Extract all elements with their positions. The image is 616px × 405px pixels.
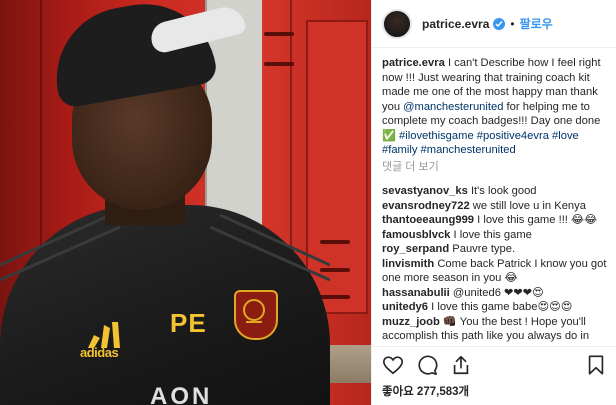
share-icon[interactable] [450,354,472,376]
post-header: patrice.evra • 팔로우 [372,0,616,48]
comment-user[interactable]: roy_serpand [382,243,449,255]
shirt-stripes [0,213,330,282]
comment-user[interactable]: thantoeeaung999 [382,214,474,226]
comment-text: Pauvre type. [452,243,516,255]
comment-user[interactable]: muzz_joob [382,316,440,328]
person-figure: adidas PE AON [0,0,371,405]
verified-badge-icon [493,17,506,30]
comment-item: linvismith Come back Patrick I know you … [382,257,607,286]
training-shirt [0,205,330,405]
comment-user[interactable]: evansrodney722 [382,200,470,212]
likes-count[interactable]: 좋아요 277,583개 [382,383,469,399]
club-crest-icon [234,290,278,340]
jersey-initials: PE [170,308,207,338]
sponsor-wordmark: adidas [80,345,119,360]
comment-user[interactable]: linvismith [382,258,434,270]
comment-item: famousblvck I love this game [382,228,607,243]
caption-mention[interactable]: @manchesterunited [403,101,503,113]
comment-item: unitedy6 I love this game babe😍😍😍 [382,300,607,315]
comment-user[interactable]: famousblvck [382,229,450,241]
load-more-comments[interactable]: 댓글 더 보기 [382,160,607,175]
heart-icon[interactable] [382,354,404,376]
comment-item: roy_serpand Pauvre type. [382,242,607,257]
post-caption: patrice.evra I can't Describe how I feel… [382,56,607,158]
comment-user[interactable]: sevastyanov_ks [382,185,468,197]
comment-item: thantoeeaung999 I love this game !!! 😂😂 [382,213,607,228]
post-sidebar: patrice.evra • 팔로우 patrice.evra I can't … [371,0,616,405]
instagram-post: adidas PE AON patrice.evra • 팔로우 patrice [0,0,616,405]
post-photo[interactable]: adidas PE AON [0,0,371,405]
comment-text: I love this game [453,228,532,241]
comment-item: muzz_joob 👊🏿 You the best ! Hope you'll … [382,315,607,343]
comment-icon[interactable] [416,354,438,376]
follow-button[interactable]: 팔로우 [520,15,553,32]
comment-text: I love this game !!! 😂😂 [477,214,598,226]
bookmark-icon[interactable] [585,354,607,376]
comment-text: @united6 ❤❤❤😍 [452,286,544,299]
comment-text: I love this game babe😍😍😍 [431,301,573,313]
comment-item: sevastyanov_ks It's look good [382,184,607,199]
comments-list[interactable]: patrice.evra I can't Describe how I feel… [372,56,616,342]
comment-item: hassanabulii @united6 ❤❤❤😍 [382,286,607,301]
separator-dot: • [510,16,515,31]
comment-user[interactable]: unitedy6 [382,301,428,313]
caption-author[interactable]: patrice.evra [382,57,445,69]
comment-text: we still love u in Kenya [472,199,586,212]
caption-hashtags[interactable]: #ilovethisgame #positive4evra #love #fam… [382,130,579,157]
chest-sponsor: AON [150,383,213,405]
comment-user[interactable]: hassanabulii [382,287,450,299]
comment-item: evansrodney722 we still love u in Kenya [382,199,607,214]
avatar[interactable] [382,8,412,39]
comment-text: It's look good [470,185,537,197]
author-username[interactable]: patrice.evra [422,17,489,31]
action-bar [372,346,616,376]
